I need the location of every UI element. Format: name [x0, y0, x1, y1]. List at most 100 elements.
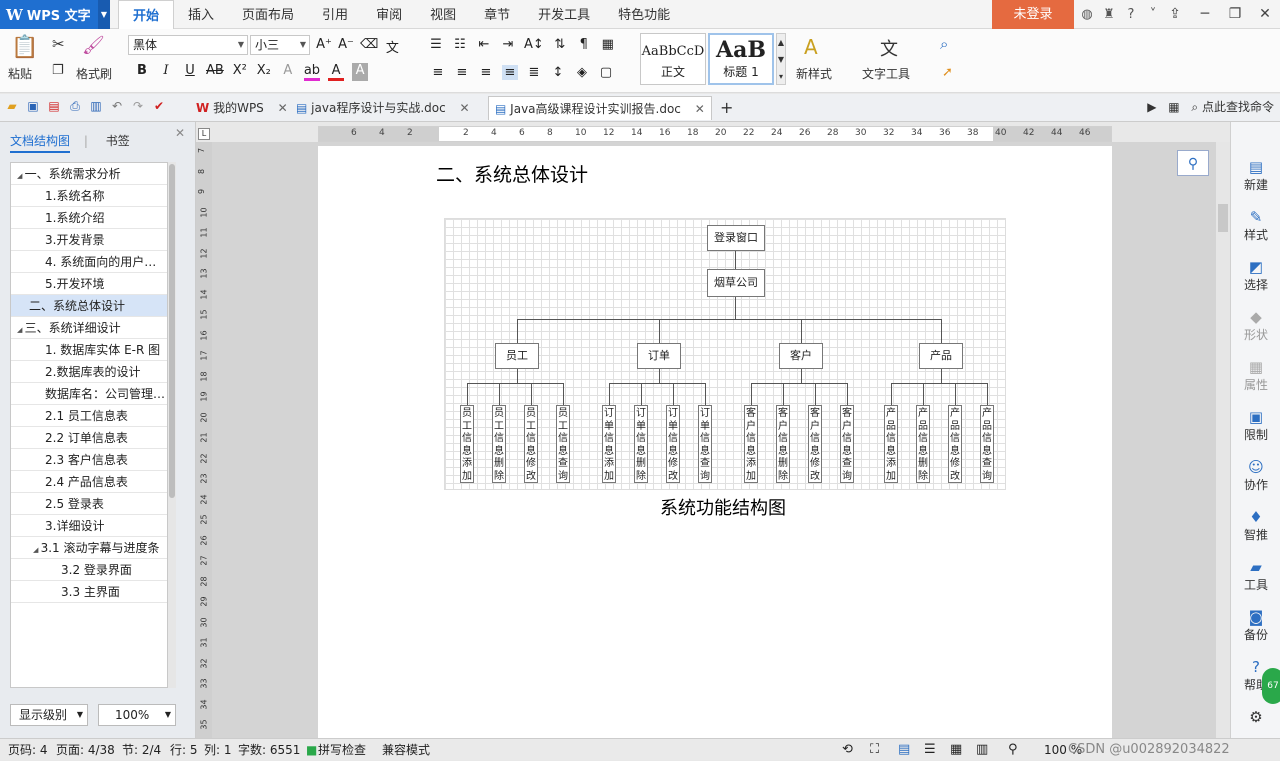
diagram-node-leaf[interactable]: 产品信息添加 [884, 405, 898, 483]
distribute-icon[interactable]: ≣ [526, 65, 542, 80]
underline-icon[interactable]: U [182, 63, 198, 81]
menu-tab-view[interactable]: 视图 [416, 0, 470, 29]
minimize-button[interactable]: ─ [1190, 0, 1220, 29]
outline-item[interactable]: 3.2 登录界面 [11, 559, 167, 581]
font-size-select[interactable]: 小三 ▼ [250, 35, 310, 55]
sidebar-toolbox-button[interactable]: ▰ 工具 [1231, 558, 1280, 593]
diagram-node-branch[interactable]: 员工 [495, 343, 539, 369]
help-question-icon[interactable]: ? [1120, 7, 1142, 22]
reading-view-icon[interactable]: ▥ [976, 739, 988, 761]
scroll-thumb[interactable] [169, 164, 175, 498]
format-painter-icon[interactable]: 🖌 [82, 35, 105, 56]
italic-icon[interactable]: I [158, 63, 174, 81]
horizontal-ruler[interactable]: 6 4 2 2 4 6 8 10 12 14 16 18 20 22 24 26 28 30 32 34 36 38 40 4… [318, 126, 1112, 142]
new-style-icon[interactable]: A [804, 35, 818, 59]
fullscreen-icon[interactable]: ⛶ [870, 739, 879, 761]
eye-protect-icon[interactable]: ⚲ [1008, 739, 1018, 761]
level-select[interactable]: 显示级别 ▼ [10, 704, 88, 726]
diagram-node-leaf[interactable]: 员工信息添加 [460, 405, 474, 483]
diagram-node-leaf[interactable]: 产品信息查询 [980, 405, 994, 483]
highlight-icon[interactable]: ab [303, 63, 321, 81]
phonetic-icon[interactable]: 文 [384, 37, 400, 56]
expand-triangle-icon[interactable]: ◢ [33, 546, 41, 554]
font-color-icon[interactable]: A [328, 63, 345, 81]
align-left-icon[interactable]: ≡ [430, 65, 446, 80]
outline-item[interactable]: 数据库名：公司管理系统 [11, 383, 167, 405]
outline-item[interactable]: 二、系统总体设计 [11, 295, 167, 317]
outline-item[interactable]: 2.3 客户信息表 [11, 449, 167, 471]
format-painter-label[interactable]: 格式刷 [76, 65, 112, 82]
settings-gear-icon[interactable]: ⚙ [1231, 708, 1280, 726]
sidebar-restrict-button[interactable]: ▣ 限制 [1231, 408, 1280, 443]
grow-font-icon[interactable]: A⁺ [316, 37, 332, 56]
scroll-thumb[interactable] [1218, 204, 1228, 232]
menu-tab-references[interactable]: 引用 [308, 0, 362, 29]
diagram-node-leaf[interactable]: 客户信息修改 [808, 405, 822, 483]
new-tab-button[interactable]: + [714, 96, 734, 120]
function-structure-diagram[interactable]: 登录窗口 烟草公司 员工 员工信息添加 员工信息删除 员工信息修改 员工信息查询 订单 订单信息… [444, 218, 1006, 490]
close-button[interactable]: ✕ [1250, 0, 1280, 29]
find-command-box[interactable]: ▶ ▦ ⌕ 点此查找命令 [1147, 98, 1274, 115]
history-icon[interactable]: ⟲ [842, 739, 853, 761]
print-icon[interactable]: ⎙ [67, 98, 83, 114]
outline-item[interactable]: 5.开发环境 [11, 273, 167, 295]
section-heading[interactable]: 二、系统总体设计 [436, 160, 588, 187]
figure-caption[interactable]: 系统功能结构图 [660, 494, 786, 520]
diagram-node-branch[interactable]: 订单 [637, 343, 681, 369]
login-button[interactable]: 未登录 [992, 0, 1074, 29]
location-pin-icon[interactable]: ⚲ [1177, 150, 1209, 176]
wps-app-button[interactable]: W WPS 文字 ▼ [0, 0, 110, 29]
text-tools-icon[interactable]: 文 [880, 35, 898, 61]
diagram-node-root[interactable]: 登录窗口 [707, 225, 765, 251]
align-right-icon[interactable]: ≡ [478, 65, 494, 80]
sidebar-recommend-button[interactable]: ♦ 智推 [1231, 508, 1280, 543]
align-center-icon[interactable]: ≡ [454, 65, 470, 80]
new-style-button[interactable]: 新样式 [796, 65, 832, 82]
cut-icon[interactable]: ✂ [52, 35, 65, 53]
diagram-node-leaf[interactable]: 客户信息查询 [840, 405, 854, 483]
outline-view-icon[interactable]: ☰ [924, 739, 936, 761]
bold-icon[interactable]: B [134, 63, 150, 81]
tab-java-doc[interactable]: ▤ java程序设计与实战.doc ✕ [290, 96, 486, 120]
restore-view-icon[interactable]: ⇪ [1160, 0, 1190, 29]
outline-item[interactable]: 2.2 订单信息表 [11, 427, 167, 449]
char-shading-icon[interactable]: A [352, 63, 369, 81]
diagram-node-leaf[interactable]: 员工信息修改 [524, 405, 538, 483]
outline-item[interactable]: ◢ 3.1 滚动字幕与进度条 [11, 537, 167, 559]
document-scrollbar[interactable] [1216, 142, 1230, 738]
expand-triangle-icon[interactable]: ◢ [17, 326, 25, 334]
diagram-node-leaf[interactable]: 产品信息修改 [948, 405, 962, 483]
justify-icon[interactable]: ≡ [502, 65, 518, 80]
menu-tab-features[interactable]: 特色功能 [604, 0, 684, 29]
shirt-icon[interactable]: ♜ [1098, 7, 1120, 22]
select-cursor-icon[interactable]: ➚ [942, 65, 953, 80]
text-effect-icon[interactable]: A [280, 63, 296, 81]
menu-tab-review[interactable]: 审阅 [362, 0, 416, 29]
clear-format-icon[interactable]: ⌫ [360, 37, 378, 56]
diagram-node-leaf[interactable]: 订单信息查询 [698, 405, 712, 483]
outline-item[interactable]: ◢ 一、系统需求分析 [11, 163, 167, 185]
tab-java-report[interactable]: ▤ Java高级课程设计实训报告.doc ✕ [488, 96, 712, 120]
customize-icon[interactable]: ✔ [151, 98, 167, 114]
diagram-node-leaf[interactable]: 客户信息添加 [744, 405, 758, 483]
close-tab-icon[interactable]: ✕ [460, 101, 470, 115]
sidebar-shape-button[interactable]: ◆ 形状 [1231, 308, 1280, 343]
shading-icon[interactable]: ◈ [574, 65, 590, 80]
style-normal[interactable]: AaBbCcD 正文 [640, 33, 706, 85]
sidebar-property-button[interactable]: ▦ 属性 [1231, 358, 1280, 393]
outline-item[interactable]: 3.3 主界面 [11, 581, 167, 603]
outline-item[interactable]: 3.开发背景 [11, 229, 167, 251]
text-direction-icon[interactable]: A↕ [524, 37, 544, 52]
sidebar-collab-button[interactable]: ☺ 协作 [1231, 458, 1280, 493]
skin-icon[interactable]: ◍ [1076, 7, 1098, 22]
tab-my-wps[interactable]: W 我的WPS ✕ [190, 96, 290, 120]
style-gallery-scroll[interactable]: ▲ ▼ ▾ [776, 33, 786, 85]
redo-icon[interactable]: ↷ [130, 98, 146, 114]
diagram-node-leaf[interactable]: 员工信息查询 [556, 405, 570, 483]
menu-tab-home[interactable]: 开始 [118, 0, 175, 29]
outline-item[interactable]: 1. 数据库实体 E-R 图 [11, 339, 167, 361]
outline-item[interactable]: 2.数据库表的设计 [11, 361, 167, 383]
outline-item[interactable]: 4. 系统面向的用户群体 [11, 251, 167, 273]
menu-tab-insert[interactable]: 插入 [174, 0, 228, 29]
paste-button[interactable]: 📋 [10, 35, 40, 60]
